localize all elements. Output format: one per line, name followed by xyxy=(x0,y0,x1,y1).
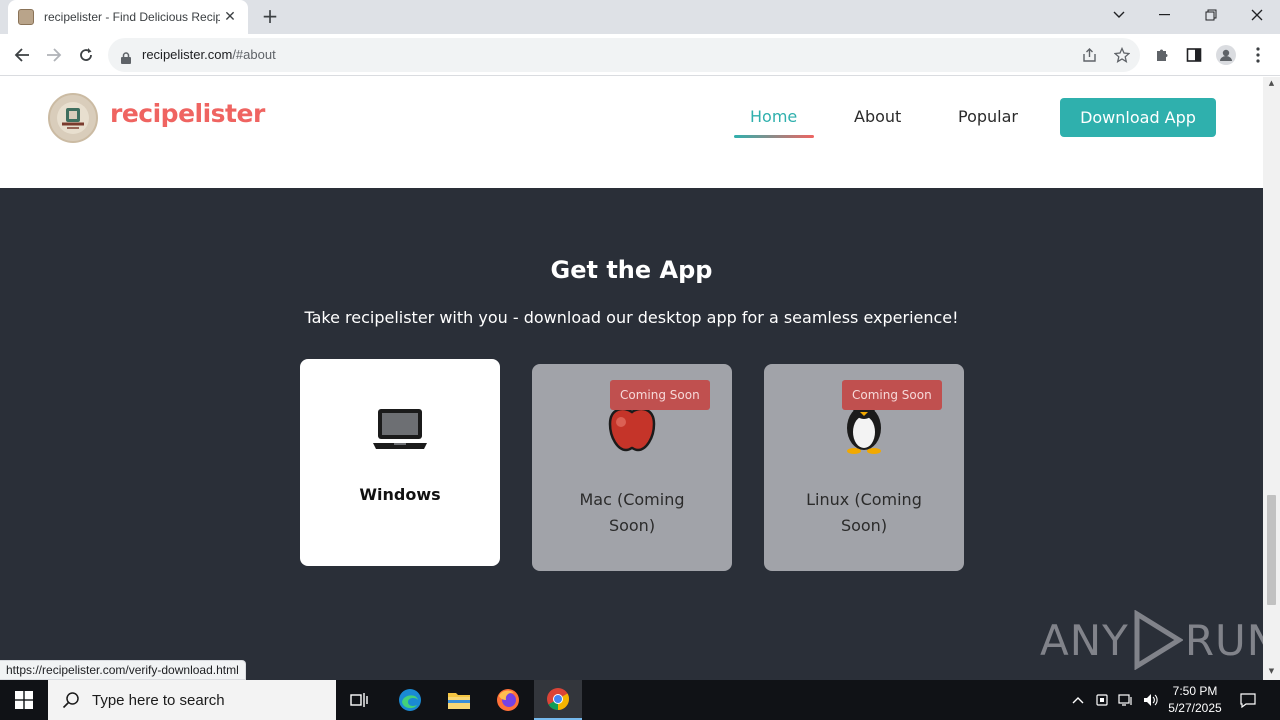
browser-tab[interactable]: recipelister - Find Delicious Recipes ✕ xyxy=(8,0,248,34)
side-panel-icon[interactable] xyxy=(1183,44,1205,66)
search-placeholder: Type here to search xyxy=(92,691,225,709)
mac-card-label-line1: Mac (Coming xyxy=(579,490,685,509)
device-tray-icon[interactable] xyxy=(1092,680,1112,720)
forward-icon[interactable] xyxy=(41,42,67,68)
bookmark-star-icon[interactable] xyxy=(1113,46,1131,64)
search-icon xyxy=(62,692,79,709)
windows-taskbar: Type here to search 7:50 PM 5/27/2025 xyxy=(0,680,1280,720)
start-button[interactable] xyxy=(0,680,48,720)
chrome-icon[interactable] xyxy=(534,680,582,720)
task-view-icon[interactable] xyxy=(336,680,384,720)
link-status-bubble: https://recipelister.com/verify-download… xyxy=(0,660,246,680)
tab-title: recipelister - Find Delicious Recipes xyxy=(44,10,220,24)
coming-soon-badge: Coming Soon xyxy=(842,380,942,410)
profile-avatar-icon[interactable] xyxy=(1215,44,1237,66)
restore-icon[interactable] xyxy=(1188,0,1234,30)
firefox-icon[interactable] xyxy=(484,680,532,720)
windows-download-card[interactable]: Windows xyxy=(300,359,500,566)
extensions-icon[interactable] xyxy=(1151,44,1173,66)
clock-time: 7:50 PM xyxy=(1172,684,1218,698)
minimize-icon[interactable] xyxy=(1142,0,1188,30)
get-app-title: Get the App xyxy=(550,256,713,284)
mac-card-label-line2: Soon) xyxy=(608,516,656,535)
reload-icon[interactable] xyxy=(73,42,99,68)
close-window-icon[interactable] xyxy=(1234,0,1280,30)
windows-card-label: Windows xyxy=(359,485,441,504)
url-text: recipelister.com/#about xyxy=(142,47,276,62)
edge-browser-icon[interactable] xyxy=(386,680,434,720)
scroll-up-icon[interactable]: ▲ xyxy=(1267,79,1276,88)
anyrun-watermark: ANY RUN xyxy=(1040,610,1263,670)
back-icon[interactable] xyxy=(9,42,35,68)
address-bar[interactable]: recipelister.com/#about xyxy=(108,38,1140,72)
scrollbar-thumb[interactable] xyxy=(1267,495,1276,605)
close-tab-icon[interactable]: ✕ xyxy=(222,9,238,25)
scroll-down-icon[interactable]: ▼ xyxy=(1267,667,1276,676)
get-app-subtitle: Take recipelister with you - download ou… xyxy=(304,308,959,327)
linux-download-card: Coming Soon Linux (Coming Soon) xyxy=(764,364,964,571)
share-icon[interactable] xyxy=(1081,46,1099,64)
notifications-icon[interactable] xyxy=(1236,680,1260,720)
volume-icon[interactable] xyxy=(1140,680,1162,720)
watermark-right-text: RUN xyxy=(1184,615,1263,665)
browser-toolbar: recipelister.com/#about xyxy=(0,34,1280,76)
site-favicon-icon xyxy=(18,9,34,25)
logo-emblem-icon xyxy=(57,102,89,134)
download-app-button[interactable]: Download App xyxy=(1060,98,1216,137)
network-icon[interactable] xyxy=(1116,680,1136,720)
page-viewport: recipelister Home About Popular Download… xyxy=(0,77,1263,680)
tab-search-icon[interactable] xyxy=(1096,0,1142,30)
nav-popular[interactable]: Popular xyxy=(958,107,1018,126)
new-tab-icon[interactable]: + xyxy=(258,5,282,29)
linux-card-label-line1: Linux (Coming xyxy=(806,490,922,509)
section-spacer xyxy=(0,159,1263,188)
linux-card-label-line2: Soon) xyxy=(840,516,888,535)
brand-name[interactable]: recipelister xyxy=(110,99,265,128)
get-app-section: Get the App Take recipelister with you -… xyxy=(0,188,1263,680)
nav-about[interactable]: About xyxy=(854,107,901,126)
taskbar-search-box[interactable]: Type here to search xyxy=(48,680,336,720)
site-logo[interactable] xyxy=(48,93,98,143)
windows-logo-icon xyxy=(15,691,33,709)
mac-download-card: Coming Soon Mac (Coming Soon) xyxy=(532,364,732,571)
clock-date: 5/27/2025 xyxy=(1168,701,1222,715)
play-triangle-icon xyxy=(1134,610,1183,670)
page-scrollbar[interactable]: ▲ ▼ xyxy=(1263,77,1280,680)
show-hidden-icons-chevron-icon[interactable] xyxy=(1068,680,1088,720)
coming-soon-badge: Coming Soon xyxy=(610,380,710,410)
watermark-left-text: ANY xyxy=(1040,615,1129,665)
site-header: recipelister Home About Popular Download… xyxy=(0,77,1263,159)
lock-icon[interactable] xyxy=(121,49,131,68)
nav-active-underline xyxy=(734,135,814,138)
browser-tab-strip: recipelister - Find Delicious Recipes ✕ … xyxy=(0,0,1280,34)
system-clock[interactable]: 7:50 PM 5/27/2025 xyxy=(1160,683,1230,717)
nav-home[interactable]: Home xyxy=(750,107,797,126)
laptop-icon xyxy=(370,399,430,459)
file-explorer-icon[interactable] xyxy=(435,680,483,720)
browser-menu-icon[interactable] xyxy=(1247,44,1269,66)
